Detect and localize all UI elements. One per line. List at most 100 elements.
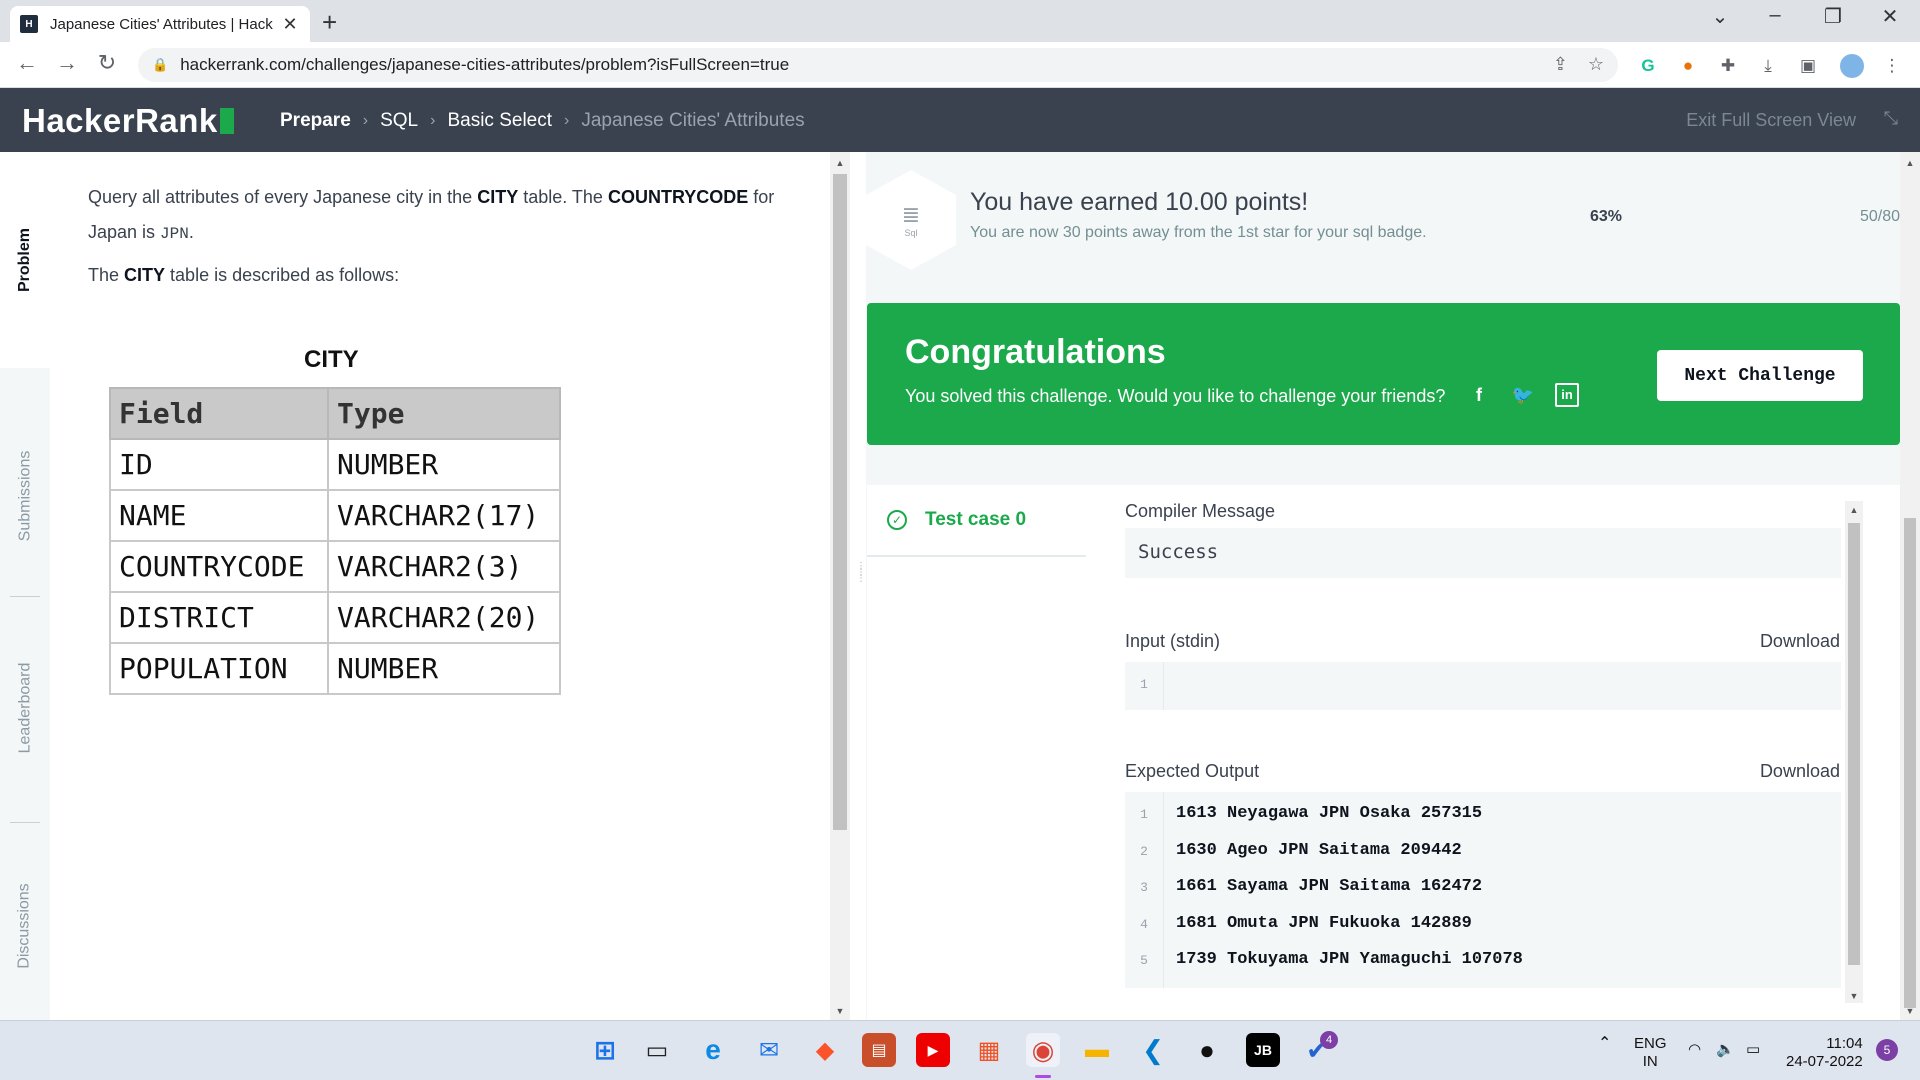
browser-tab[interactable]: H Japanese Cities' Attributes | Hack ✕ [10,6,310,42]
notification-badge[interactable]: 5 [1876,1039,1898,1061]
countrycode-keyword: COUNTRYCODE [607,187,749,207]
text: table. The [518,187,608,207]
test-results: ✓ Test case 0 Compiler Message Success I… [867,485,1900,1020]
extension-icon[interactable]: ● [1676,54,1700,78]
breadcrumb-sql[interactable]: SQL [380,110,418,132]
chevron-right-icon: › [564,112,570,129]
logo-text: HackerRank [22,102,218,139]
chrome-icon[interactable]: ◉ [1026,1033,1060,1067]
tab-search-chevron-icon[interactable]: ⌄ [1700,4,1740,29]
results-scrollbar[interactable]: ▲ ▼ [1845,501,1863,1003]
scroll-up-icon[interactable]: ▲ [830,158,850,168]
output-line: 1661 Sayama JPN Saitama 162472 [1176,877,1483,896]
forward-icon[interactable]: → [52,50,82,76]
share-icon[interactable]: ⇪ [1553,54,1568,75]
breadcrumb-prepare[interactable]: Prepare [280,110,351,132]
windows-taskbar: ⊞ ▭ e ✉ ◆ ▤ ▶ ▦ ◉ ▬ ❮ ● JB ✔ 4 ⌃ ENG IN … [0,1020,1920,1080]
scrollbar-thumb[interactable] [833,174,847,830]
facebook-icon[interactable]: f [1467,383,1491,407]
collapse-icon[interactable]: ⤡ [1884,108,1898,129]
profile-avatar[interactable] [1840,54,1864,78]
congrats-title: Congratulations [905,333,1166,371]
scroll-up-icon[interactable]: ▲ [1845,505,1863,515]
reload-icon[interactable]: ↻ [92,50,122,76]
back-icon[interactable]: ← [12,50,42,76]
output-download-link[interactable]: Download [1760,761,1840,782]
input-download-link[interactable]: Download [1760,631,1840,652]
problem-pane: Query all attributes of every Japanese c… [50,152,830,1020]
browser-menu-icon[interactable]: ⋮ [1880,54,1904,78]
bookmark-star-icon[interactable]: ☆ [1588,54,1604,75]
side-panel-icon[interactable]: ▣ [1796,54,1820,78]
language-indicator[interactable]: ENG IN [1634,1035,1667,1071]
pane-splitter[interactable]: ⋮ ⋮ ⋮ [850,152,866,1020]
photo-app-icon[interactable]: ▤ [862,1033,896,1067]
microsoft-store-icon[interactable]: ▦ [972,1033,1006,1067]
tab-problem[interactable]: Problem [0,152,50,368]
type-cell: NUMBER [327,438,561,491]
tab-title: Japanese Cities' Attributes | Hack [50,15,273,33]
download-icon[interactable]: ⤓ [1756,54,1780,78]
jpn-code: JPN [160,225,189,243]
jetbrains-icon[interactable]: JB [1246,1033,1280,1067]
new-tab-icon[interactable]: + [322,7,337,38]
problem-scrollbar[interactable]: ▲ ▼ [830,152,850,1020]
mail-icon[interactable]: ✉ [752,1033,786,1067]
browser-tab-bar: H Japanese Cities' Attributes | Hack ✕ +… [0,0,1920,42]
clock[interactable]: 11:04 24-07-2022 [1786,1035,1863,1071]
test-case-tab[interactable]: ✓ Test case 0 [867,485,1086,557]
hackerrank-header: HackerRank Prepare › SQL › Basic Select … [0,88,1920,152]
file-explorer-icon[interactable]: ▬ [1080,1033,1114,1067]
tab-leaderboard[interactable]: Leaderboard [0,608,50,808]
grammarly-extension-icon[interactable]: G [1636,54,1660,78]
window-close-icon[interactable]: ✕ [1870,4,1910,29]
scrollbar-thumb[interactable] [1848,523,1860,965]
breadcrumb-basic-select[interactable]: Basic Select [447,110,552,132]
scroll-down-icon[interactable]: ▼ [830,1006,850,1016]
tray-overflow-icon[interactable]: ⌃ [1598,1035,1611,1053]
tab-discussions[interactable]: Discussions [0,832,50,1020]
clock-date: 24-07-2022 [1786,1053,1863,1070]
badge-hexagon: ≣ Sql [866,170,956,270]
twitter-icon[interactable]: 🐦 [1511,383,1535,407]
page-scrollbar[interactable]: ▲ ▼ [1900,152,1920,1020]
breadcrumb: Prepare › SQL › Basic Select › Japanese … [280,110,805,132]
hackerrank-logo[interactable]: HackerRank [22,102,234,140]
next-challenge-button[interactable]: Next Challenge [1657,350,1863,401]
github-icon[interactable]: ● [1190,1033,1224,1067]
test-case-label: Test case 0 [925,509,1027,530]
linkedin-icon[interactable]: in [1555,383,1579,407]
scroll-down-icon[interactable]: ▼ [1900,1006,1920,1016]
wifi-icon[interactable]: ◠ [1688,1041,1701,1059]
vscode-icon[interactable]: ❮ [1136,1033,1170,1067]
type-cell: VARCHAR2(17) [327,489,561,542]
tab-submissions[interactable]: Submissions [0,396,50,596]
address-bar[interactable]: 🔒 hackerrank.com/challenges/japanese-cit… [138,48,1618,82]
scroll-down-icon[interactable]: ▼ [1845,991,1863,1001]
field-cell: NAME [109,489,329,542]
scrollbar-thumb[interactable] [1904,518,1916,1008]
close-tab-icon[interactable]: ✕ [280,14,300,35]
field-cell: DISTRICT [109,591,329,644]
problem-intro: Query all attributes of every Japanese c… [88,180,788,252]
maximize-icon[interactable]: ❐ [1813,4,1853,29]
region-label: IN [1642,1053,1658,1070]
youtube-icon[interactable]: ▶ [916,1033,950,1067]
extensions-puzzle-icon[interactable]: ✚ [1716,54,1740,78]
volume-icon[interactable]: 🔈 [1716,1041,1735,1059]
badge-progress: 50/80 [1859,208,1900,225]
task-view-icon[interactable]: ▭ [640,1033,674,1067]
battery-icon[interactable]: ▭ [1746,1041,1760,1059]
compiler-message-value: Success [1125,528,1841,578]
brave-icon[interactable]: ◆ [808,1033,842,1067]
minimize-icon[interactable]: – [1755,4,1795,27]
badge-label: Sql [904,228,918,238]
line-number: 1 [1140,677,1148,692]
exit-fullscreen-link[interactable]: Exit Full Screen View [1686,110,1856,131]
results-pane: ≣ Sql You have earned 10.00 points! You … [866,152,1900,1020]
output-line: 1613 Neyagawa JPN Osaka 257315 [1176,804,1483,823]
edge-icon[interactable]: e [696,1033,730,1067]
windows-start-icon[interactable]: ⊞ [588,1033,622,1067]
column-header-type: Type [327,387,561,440]
scroll-up-icon[interactable]: ▲ [1900,158,1920,168]
